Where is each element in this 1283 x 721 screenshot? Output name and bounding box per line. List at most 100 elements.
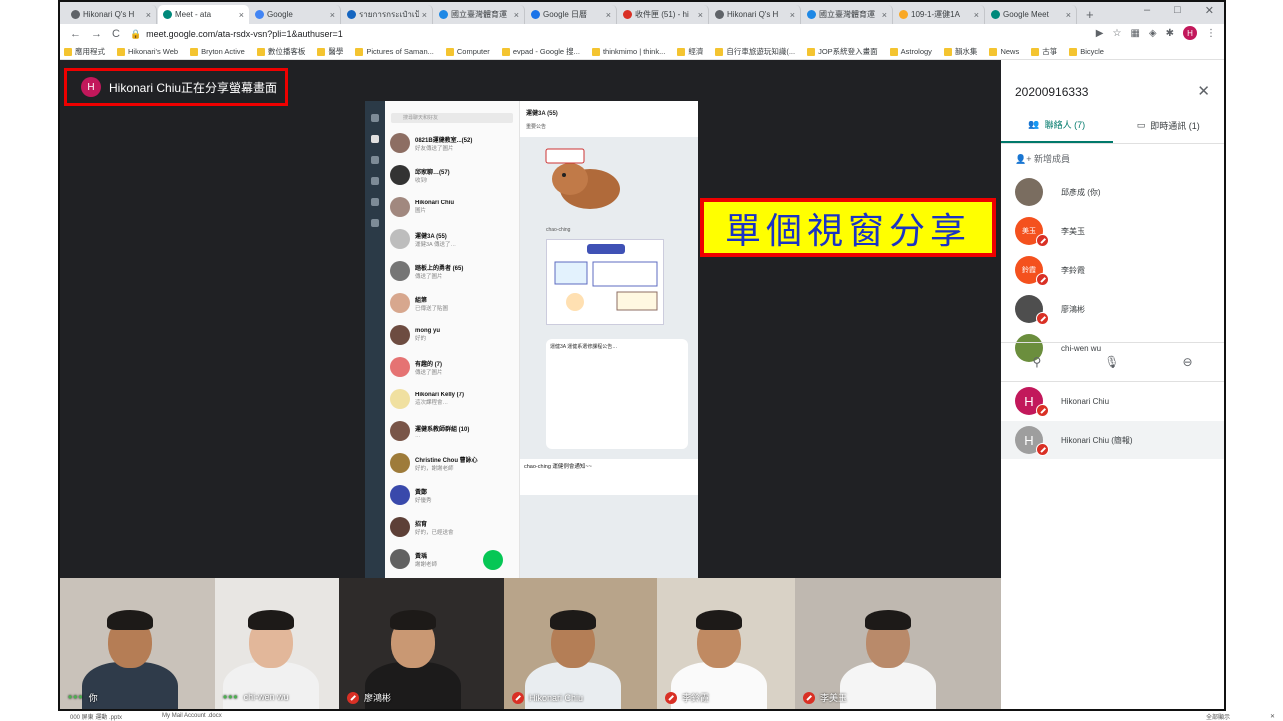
browser-tab[interactable]: 109-1-運健1A × bbox=[894, 5, 985, 24]
bookmark-item[interactable]: thinkmimo | think... bbox=[591, 47, 665, 56]
chat-avatar bbox=[390, 453, 410, 473]
people-row[interactable]: 邱彥成 (你) bbox=[1001, 173, 1224, 211]
tab-close-icon[interactable]: × bbox=[698, 10, 703, 20]
bookmark-item[interactable]: 醫學 bbox=[317, 46, 343, 57]
people-row[interactable]: 美玉 李美玉 bbox=[1001, 212, 1224, 250]
browser-tab[interactable]: Hikonari Q's H × bbox=[66, 5, 157, 24]
pin-icon[interactable]: ⚲ bbox=[1032, 355, 1041, 369]
muted-mic-icon bbox=[1036, 273, 1049, 286]
tab-title: Hikonari Q's H bbox=[727, 10, 779, 19]
muted-mic-icon bbox=[803, 691, 815, 704]
bookmark-item[interactable]: Astrology bbox=[889, 47, 932, 56]
browser-tab[interactable]: Google × bbox=[250, 5, 341, 24]
minimize-button[interactable]: – bbox=[1144, 4, 1150, 17]
chat-name: 組第 bbox=[415, 297, 428, 304]
chat-preview: … bbox=[415, 432, 421, 439]
chat-preview: 好的，已經送會 bbox=[415, 529, 454, 536]
tab-close-icon[interactable]: × bbox=[882, 10, 887, 20]
participant-tile[interactable]: ••• chi-wen wu bbox=[215, 578, 339, 709]
chat-name: 招育 bbox=[415, 521, 428, 528]
people-row[interactable]: 鈴霞 李鈴霞 bbox=[1001, 251, 1224, 289]
tab-close-icon[interactable]: × bbox=[330, 10, 335, 20]
microphone-icon[interactable]: 🎙 bbox=[1104, 355, 1119, 369]
bookmark-item[interactable]: evpad - Google 搜... bbox=[501, 46, 580, 57]
presenter-row[interactable]: H Hikonari Chiu bbox=[1001, 382, 1224, 420]
tab-chat[interactable]: ▭ 即時通訊 (1) bbox=[1113, 108, 1225, 143]
tab-title: Google 日曆 bbox=[543, 10, 588, 19]
browser-tab[interactable]: Hikonari Q's H × bbox=[710, 5, 801, 24]
person-avatar-text: 美玉 bbox=[1022, 228, 1036, 235]
tab-people[interactable]: 👥 聯絡人 (7) bbox=[1001, 108, 1113, 143]
bookmark-item[interactable]: 應用程式 bbox=[64, 46, 105, 57]
presenter-row[interactable]: H Hikonari Chiu (簡報) bbox=[1001, 421, 1224, 459]
bookmark-item[interactable]: 數位播客板 bbox=[256, 46, 305, 57]
bookmark-item[interactable]: 古箏 bbox=[1031, 46, 1057, 57]
puzzle-icon[interactable]: ✱ bbox=[1166, 28, 1174, 39]
close-panel-icon[interactable]: ✕ bbox=[1197, 82, 1210, 100]
star-icon[interactable]: ☆ bbox=[1112, 28, 1121, 39]
browser-tab[interactable]: Google 日曆 × bbox=[526, 5, 617, 24]
bookmark-item[interactable]: JOP系統登入畫面 bbox=[807, 46, 878, 57]
browser-tab[interactable]: 收件匣 (51) - hi × bbox=[618, 5, 709, 24]
browser-tab[interactable]: 國立臺灣體育運 × bbox=[434, 5, 525, 24]
bookmark-item[interactable]: Pictures of Saman... bbox=[355, 47, 434, 56]
tab-close-icon[interactable]: × bbox=[239, 10, 244, 20]
bookmark-item[interactable]: 自行車旅遊玩知識(... bbox=[715, 46, 795, 57]
add-people-button[interactable]: 👤+ 新增成員 bbox=[1015, 152, 1070, 165]
url-omnibox[interactable]: 🔒 meet.google.com/ata-rsdx-vsn?pli=1&aut… bbox=[130, 29, 930, 40]
bookmark-folder-icon bbox=[591, 47, 600, 56]
menu-icon[interactable]: ⋮ bbox=[1206, 28, 1216, 39]
person-name: 李美玉 bbox=[1061, 226, 1085, 236]
show-all-downloads[interactable]: 全部顯示 bbox=[1206, 712, 1230, 721]
reload-icon[interactable]: C bbox=[112, 28, 120, 40]
chat-name: 運健系教師群組 (10) bbox=[415, 426, 470, 433]
participant-hair bbox=[390, 610, 437, 630]
participant-tile[interactable]: 李鈴霞 bbox=[657, 578, 795, 709]
forward-icon[interactable]: → bbox=[91, 28, 102, 40]
bookmark-item[interactable]: Hikonari's Web bbox=[117, 47, 178, 56]
person-name: 邱彥成 (你) bbox=[1061, 187, 1101, 197]
tab-close-icon[interactable]: × bbox=[974, 10, 979, 20]
people-row[interactable]: 廖鴻彬 bbox=[1001, 290, 1224, 328]
remove-icon[interactable]: ⊖ bbox=[1182, 355, 1192, 369]
maximize-button[interactable]: □ bbox=[1174, 4, 1181, 17]
profile-avatar[interactable]: H bbox=[1183, 26, 1197, 40]
tab-close-icon[interactable]: × bbox=[422, 10, 427, 20]
participant-tile[interactable]: ••• 你 bbox=[60, 578, 215, 709]
bookmark-item[interactable]: Bryton Active bbox=[190, 47, 245, 56]
new-tab-button[interactable]: + bbox=[1078, 7, 1102, 24]
close-download-bar[interactable]: ✕ bbox=[1270, 713, 1275, 720]
bookmark-item[interactable]: News bbox=[989, 47, 1019, 56]
participant-tile[interactable]: 廖鴻彬 bbox=[339, 578, 504, 709]
tab-close-icon[interactable]: × bbox=[790, 10, 795, 20]
browser-tab[interactable]: Meet - ata × bbox=[158, 5, 249, 24]
back-icon[interactable]: ← bbox=[70, 28, 81, 40]
chat-name: 運健3A (55) bbox=[415, 233, 447, 240]
download-item[interactable]: 000 屏東 運動 .pptx bbox=[70, 712, 122, 721]
tab-favicon bbox=[623, 10, 632, 19]
participant-tile[interactable]: Hikonari Chiu bbox=[504, 578, 657, 709]
camera-icon[interactable]: ▶ bbox=[1096, 28, 1104, 39]
chat-avatar bbox=[390, 357, 410, 377]
bookmark-item[interactable]: Computer bbox=[445, 47, 490, 56]
chat-preview: 好的 bbox=[415, 336, 427, 342]
tab-close-icon[interactable]: × bbox=[606, 10, 611, 20]
tab-close-icon[interactable]: × bbox=[146, 10, 151, 20]
shield-icon[interactable]: ◈ bbox=[1149, 28, 1157, 39]
tab-close-icon[interactable]: × bbox=[1066, 10, 1071, 20]
close-window-button[interactable]: ✕ bbox=[1205, 4, 1214, 17]
download-item[interactable]: My Mail Account .docx bbox=[162, 713, 222, 719]
browser-tab[interactable]: Google Meet × bbox=[986, 5, 1077, 24]
bookmark-item[interactable]: 韻水集 bbox=[943, 46, 977, 57]
participant-name-tag: Hikonari Chiu bbox=[512, 692, 583, 704]
bookmark-item[interactable]: Bicycle bbox=[1069, 47, 1104, 56]
bookmark-label: JOP系統登入畫面 bbox=[818, 47, 878, 56]
browser-tab[interactable]: รายการกระเป๋าเป้ × bbox=[342, 5, 433, 24]
tab-close-icon[interactable]: × bbox=[514, 10, 519, 20]
participant-tile[interactable]: 李美玉 bbox=[795, 578, 1001, 709]
browser-tab[interactable]: 國立臺灣體育運 × bbox=[802, 5, 893, 24]
chat-sender: chao-ching bbox=[546, 227, 571, 233]
bookmark-item[interactable]: 經濟 bbox=[677, 46, 703, 57]
bookmark-folder-icon bbox=[677, 47, 686, 56]
extension-icon[interactable]: ▦ bbox=[1130, 28, 1139, 39]
